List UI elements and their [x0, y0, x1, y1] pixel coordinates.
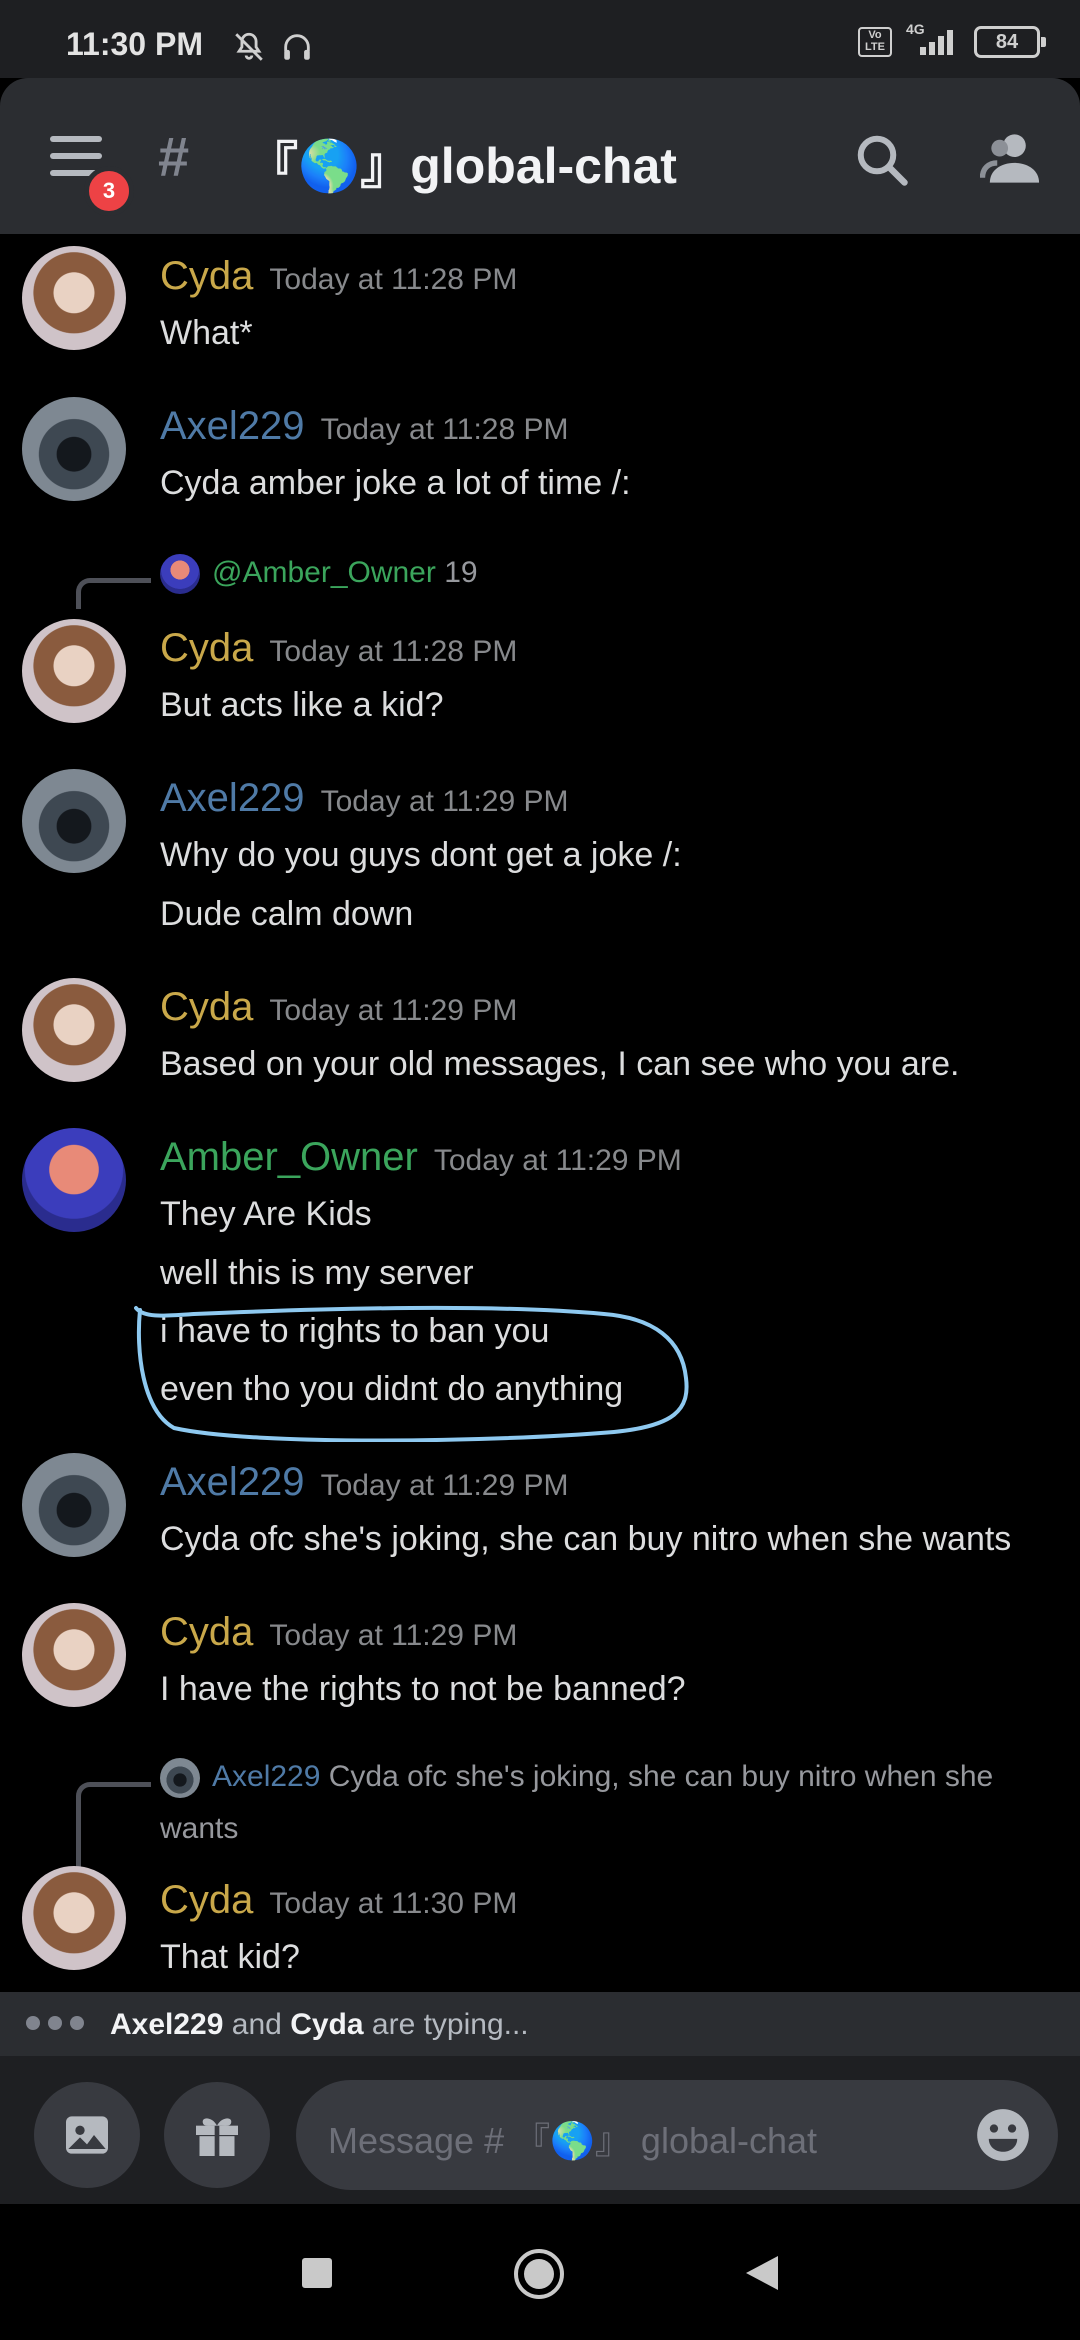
image-icon	[66, 2116, 108, 2154]
reply-avatar	[160, 554, 200, 594]
message-input-placeholder: Message # 『🌎』 global-chat	[328, 2120, 818, 2161]
message-text: What*	[160, 314, 253, 352]
highlight-annotation	[134, 1305, 689, 1442]
avatar-axel229[interactable]	[22, 1453, 126, 1557]
message-text: Why do you guys dont get a joke /:	[160, 836, 682, 874]
message-author[interactable]: Cyda Today at 11:28 PM	[160, 254, 517, 299]
search-icon[interactable]	[852, 130, 912, 190]
volte-icon: Vo LTE	[858, 27, 892, 57]
message-author[interactable]: Axel229 Today at 11:29 PM	[160, 776, 569, 821]
back-button[interactable]	[744, 2254, 780, 2292]
headphones-icon	[284, 34, 310, 60]
message-author[interactable]: Cyda Today at 11:30 PM	[160, 1878, 517, 1923]
message-author[interactable]: Axel229 Today at 11:29 PM	[160, 1460, 569, 1505]
channel-header: 3 # 『🌎』global-chat	[0, 78, 1080, 234]
gift-icon	[196, 2118, 238, 2156]
message-author[interactable]: Cyda Today at 11:29 PM	[160, 1610, 517, 1655]
status-left-icons	[232, 30, 314, 64]
avatar-axel229[interactable]	[22, 397, 126, 501]
message-author[interactable]: Cyda Today at 11:29 PM	[160, 985, 517, 1030]
avatar-cyda[interactable]	[22, 619, 126, 723]
message-timestamp: Today at 11:28 PM	[269, 263, 518, 296]
message-timestamp: Today at 11:29 PM	[269, 1619, 518, 1652]
reply-author: @Amber_Owner	[212, 555, 436, 589]
message-text: Based on your old messages, I can see wh…	[160, 1045, 960, 1083]
avatar-cyda[interactable]	[22, 246, 126, 350]
message-timestamp: Today at 11:28 PM	[269, 635, 518, 668]
message-text: well this is my server	[160, 1254, 474, 1292]
reply-preview[interactable]: Axel229 Cyda ofc she's joking, she can b…	[160, 1758, 993, 1798]
message-list[interactable]: Cyda Today at 11:28 PM What* Axel229 Today…	[0, 234, 1080, 1992]
battery-icon: 84	[974, 26, 1046, 58]
message-timestamp: Today at 11:30 PM	[269, 1887, 518, 1920]
home-button[interactable]	[513, 2248, 565, 2300]
signal-icon: 4G	[906, 21, 960, 57]
avatar-axel229[interactable]	[22, 769, 126, 873]
message-text: But acts like a kid?	[160, 686, 444, 724]
message-text: I have the rights to not be banned?	[160, 1670, 686, 1708]
avatar-cyda[interactable]	[22, 978, 126, 1082]
reply-spine	[76, 578, 151, 609]
emoji-icon[interactable]	[972, 2104, 1034, 2166]
status-time: 11:30 PM	[66, 26, 203, 62]
message-composer: Message # 『🌎』 global-chat	[0, 2056, 1080, 2204]
typing-dots-icon	[26, 2016, 84, 2030]
typing-indicator: Axel229 and Cyda are typing...	[0, 1992, 1080, 2056]
status-right-icons: Vo LTE 4G 84	[858, 21, 1046, 58]
reply-spine	[76, 1782, 151, 1873]
message-text: Cyda ofc she's joking, she can buy nitro…	[160, 1520, 1012, 1558]
message-timestamp: Today at 11:29 PM	[320, 1469, 569, 1502]
reply-avatar	[160, 1758, 200, 1798]
reply-preview[interactable]: @Amber_Owner 19	[160, 554, 478, 594]
message-timestamp: Today at 11:29 PM	[320, 785, 569, 818]
channel-title[interactable]: 『🌎』global-chat	[248, 126, 677, 198]
notification-badge: 3	[84, 166, 134, 216]
avatar-amber-owner[interactable]	[22, 1128, 126, 1232]
message-input[interactable]: Message # 『🌎』 global-chat	[296, 2080, 1058, 2190]
message-text: That kid?	[160, 1938, 300, 1976]
message-author[interactable]: Axel229 Today at 11:28 PM	[160, 404, 569, 449]
gift-button[interactable]	[164, 2082, 270, 2188]
members-icon[interactable]	[980, 128, 1044, 188]
message-timestamp: Today at 11:29 PM	[269, 994, 518, 1027]
reply-text: Cyda ofc she's joking, she can buy nitro…	[328, 1759, 994, 1793]
recents-button[interactable]	[302, 2258, 332, 2288]
message-text: They Are Kids	[160, 1195, 372, 1233]
avatar-cyda[interactable]	[22, 1603, 126, 1707]
attach-image-button[interactable]	[34, 2082, 140, 2188]
message-timestamp: Today at 11:29 PM	[433, 1144, 682, 1177]
message-text: Dude calm down	[160, 895, 414, 933]
mute-bell-icon	[235, 32, 263, 61]
channel-hash-icon: #	[158, 125, 190, 188]
message-author[interactable]: Amber_Owner Today at 11:29 PM	[160, 1135, 682, 1180]
message-text: Cyda amber joke a lot of time /:	[160, 464, 631, 502]
message-timestamp: Today at 11:28 PM	[320, 413, 569, 446]
avatar-cyda[interactable]	[22, 1866, 126, 1970]
reply-text-continued: wants	[160, 1812, 239, 1845]
status-bar: 11:30 PM Vo LTE 4G 84	[0, 0, 1080, 78]
reply-text: 19	[444, 555, 478, 589]
system-nav-bar	[0, 2204, 1080, 2340]
reply-author: Axel229	[212, 1759, 321, 1793]
typing-text: Axel229 and Cyda are typing...	[110, 2008, 529, 2041]
message-author[interactable]: Cyda Today at 11:28 PM	[160, 626, 517, 671]
